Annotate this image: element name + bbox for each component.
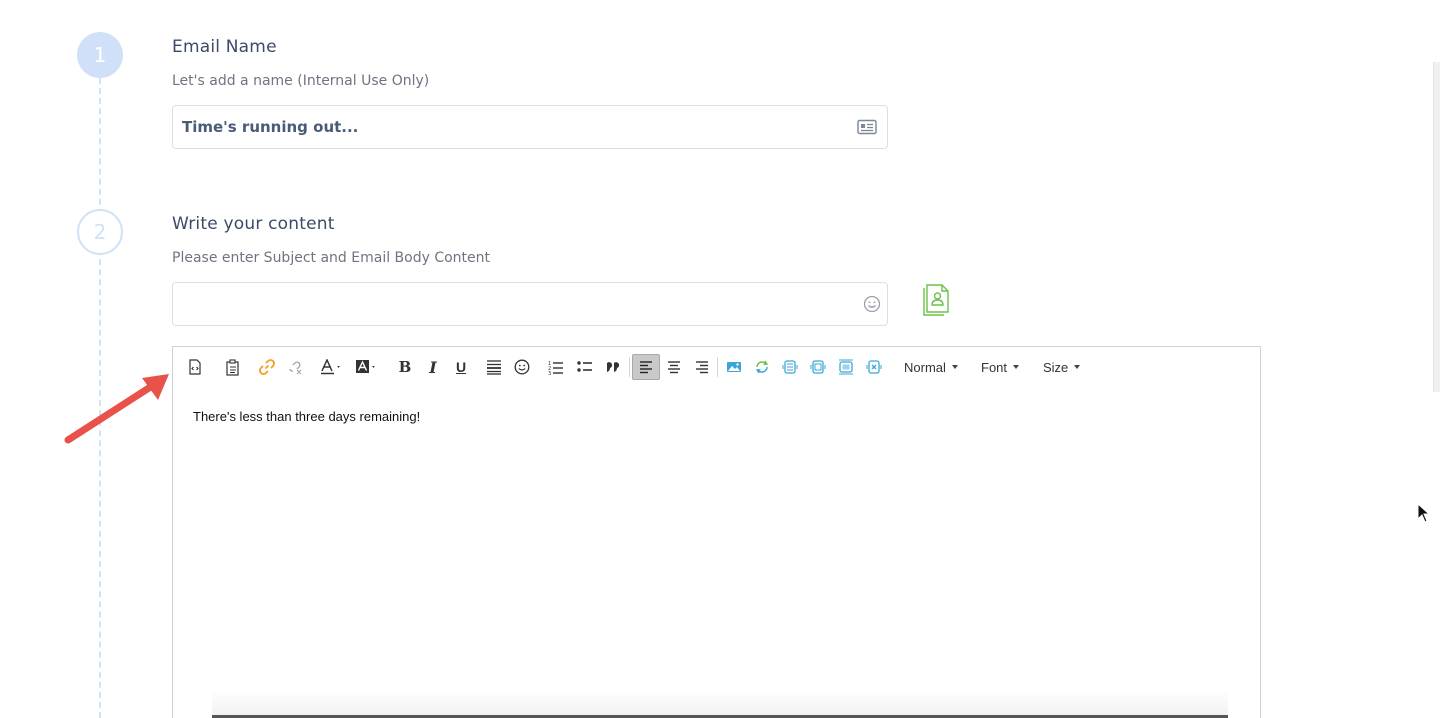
emoji-icon[interactable] [512,355,532,379]
subject-input[interactable] [183,283,863,325]
block-3-icon[interactable] [836,355,856,379]
svg-text:3: 3 [548,371,551,375]
chevron-down-icon [1013,365,1020,369]
step-2-title: Write your content [172,214,335,234]
editor-body-text[interactable]: There's less than three days remaining! [193,409,420,424]
page-scrollbar[interactable] [1433,62,1440,392]
emoji-icon[interactable] [863,295,881,313]
step-1-number: 1 [93,43,107,67]
toolbar-divider [629,357,630,377]
annotation-arrow-icon [64,374,169,444]
underline-icon[interactable]: U [452,355,470,379]
step-1-title: Email Name [172,37,277,57]
contact-document-icon[interactable] [922,283,950,317]
step-2-subtitle: Please enter Subject and Email Body Cont… [172,250,491,266]
email-builder-page: 1 Email Name Let's add a name (Internal … [0,0,1440,718]
bulleted-list-icon[interactable] [575,355,595,379]
horizontal-rule-icon[interactable] [484,355,504,379]
block-4-icon[interactable] [864,355,884,379]
size-dropdown[interactable]: Size [1043,355,1081,379]
link-icon[interactable] [256,355,278,379]
paste-icon[interactable] [222,355,244,379]
toolbar-divider [717,357,718,377]
id-card-icon [857,119,877,135]
mouse-cursor-icon [1417,503,1430,523]
format-dropdown[interactable]: Normal [904,355,958,379]
step-1-subtitle: Let's add a name (Internal Use Only) [172,73,430,89]
bold-icon[interactable]: B [396,355,414,379]
step-2-number: 2 [93,220,107,244]
blockquote-icon[interactable] [603,355,623,379]
source-icon[interactable] [185,355,205,379]
email-name-value[interactable]: Time's running out... [182,118,857,136]
text-color-icon[interactable] [319,355,345,379]
align-center-icon[interactable] [664,355,684,379]
image-icon[interactable] [724,355,744,379]
sync-icon[interactable] [752,355,772,379]
editor-bottom-shadow [212,690,1228,718]
unlink-icon[interactable] [285,355,305,379]
background-color-icon[interactable] [354,355,380,379]
editor-toolbar: B I U 123 Normal Font Size [173,347,1260,387]
subject-field[interactable] [172,282,888,326]
align-right-icon[interactable] [692,355,712,379]
rich-text-editor[interactable]: B I U 123 Normal Font Size There's less … [172,346,1261,718]
block-1-icon[interactable] [780,355,800,379]
italic-icon[interactable]: I [424,355,442,379]
chevron-down-icon [951,365,958,369]
step-2-indicator: 2 [77,209,123,255]
align-left-icon[interactable] [632,354,660,380]
step-1-indicator: 1 [77,32,123,78]
font-dropdown[interactable]: Font [981,355,1020,379]
block-2-icon[interactable] [808,355,828,379]
numbered-list-icon[interactable]: 123 [546,355,566,379]
chevron-down-icon [1074,365,1081,369]
email-name-field[interactable]: Time's running out... [172,105,888,149]
